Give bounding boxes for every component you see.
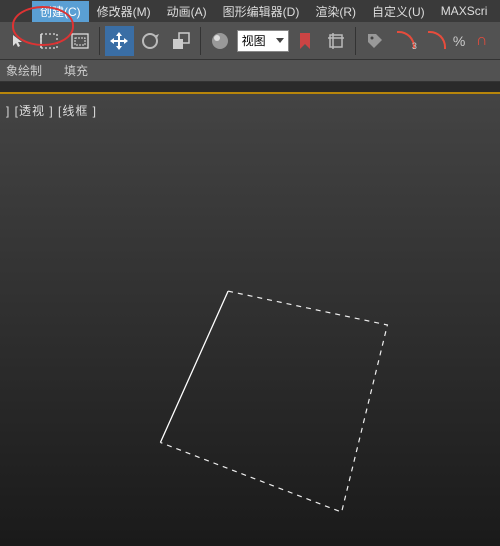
- marquee-select-button[interactable]: [35, 26, 64, 56]
- menu-create[interactable]: 创建(C): [32, 1, 89, 22]
- scale-icon: [171, 31, 191, 51]
- menu-customize[interactable]: 自定义(U): [364, 1, 433, 22]
- scale-button[interactable]: [166, 26, 195, 56]
- window-select-button[interactable]: [65, 26, 94, 56]
- angle-snap2-button[interactable]: [422, 26, 451, 56]
- magnet-icon: ∩: [476, 32, 488, 50]
- viewport[interactable]: ] [透视 ] [线框 ]: [0, 92, 500, 546]
- menu-graph-editor[interactable]: 图形编辑器(D): [215, 1, 308, 22]
- arrow-select-button[interactable]: [4, 26, 33, 56]
- arrow-icon: [10, 33, 26, 49]
- viewport-canvas: [0, 94, 500, 546]
- magnet-angle-icon: [428, 33, 446, 49]
- rotate-icon: [139, 30, 161, 52]
- bookmark-icon: [298, 32, 312, 50]
- toolbar-divider: [99, 27, 100, 55]
- view-dropdown-label: 视图: [242, 32, 266, 49]
- tag-icon: [366, 32, 384, 50]
- menu-bar: 创建(C) 修改器(M) 动画(A) 图形编辑器(D) 渲染(R) 自定义(U)…: [0, 0, 500, 22]
- angle-snap-button[interactable]: 3: [392, 26, 421, 56]
- snap-toggle-button[interactable]: ∩: [467, 26, 496, 56]
- menu-modify[interactable]: 修改器(M): [89, 1, 159, 22]
- menu-animation[interactable]: 动画(A): [159, 1, 215, 22]
- sphere-icon: [210, 31, 230, 51]
- menu-render[interactable]: 渲染(R): [307, 1, 364, 22]
- tag-button[interactable]: [361, 26, 390, 56]
- marquee-icon: [39, 32, 59, 50]
- magnet-angle-icon: 3: [397, 33, 415, 49]
- bookmark-button[interactable]: [291, 26, 320, 56]
- toolbar-divider: [200, 27, 201, 55]
- label-fill: 填充: [64, 62, 88, 79]
- sphere-button[interactable]: [206, 26, 235, 56]
- move-icon: [108, 30, 130, 52]
- view-dropdown[interactable]: 视图: [237, 30, 289, 52]
- label-object-draw: 象绘制: [6, 62, 42, 79]
- crop-button[interactable]: [321, 26, 350, 56]
- secondary-toolbar: 象绘制 填充: [0, 60, 500, 82]
- window-icon: [71, 33, 89, 49]
- crop-icon: [327, 32, 345, 50]
- percent-label: %: [453, 33, 465, 49]
- plane-edge-dashed: [160, 291, 387, 512]
- plane-edge-solid: [160, 291, 228, 442]
- rotate-button[interactable]: [136, 26, 165, 56]
- chevron-down-icon: [276, 38, 284, 43]
- main-toolbar: 视图 3 % ∩: [0, 22, 500, 60]
- move-button[interactable]: [105, 26, 134, 56]
- toolbar-divider: [355, 27, 356, 55]
- menu-maxscript[interactable]: MAXScri: [433, 2, 496, 20]
